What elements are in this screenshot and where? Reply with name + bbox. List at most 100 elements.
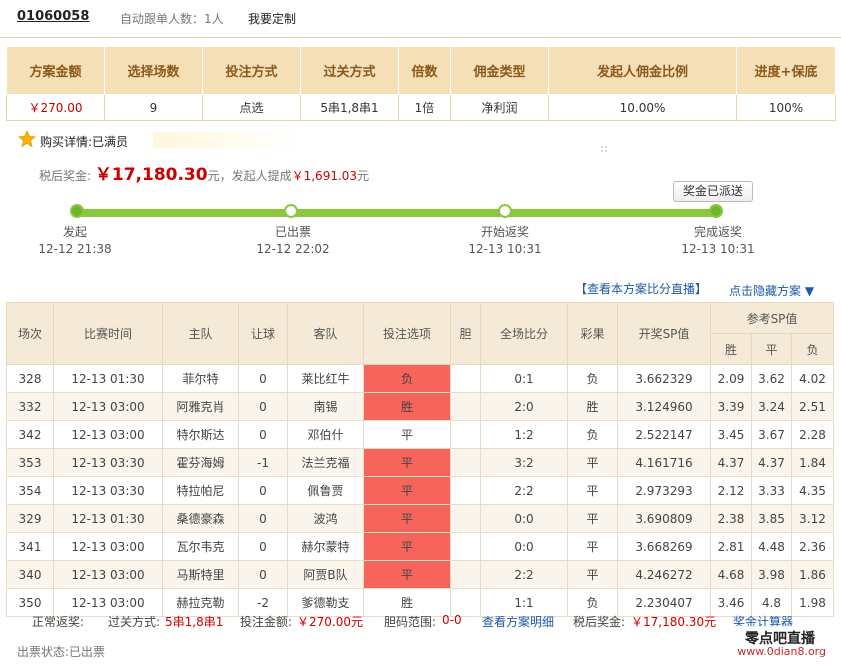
stage-time: 12-13 10:31 [681, 242, 755, 256]
star-icon [18, 130, 36, 148]
normal-payout-label: 正常返奖: [32, 615, 85, 629]
hide-scheme-link[interactable]: 点击隐藏方案 ▼ [729, 282, 814, 299]
away-team: 南锡 [287, 392, 364, 421]
top-bar: 01060058 自动跟单人数：1人 我要定制 [0, 0, 841, 38]
col-header: 彩果 [567, 302, 618, 365]
commission-amount: ￥1,691.03 [291, 169, 358, 183]
ref-sp-lose: 1.86 [791, 560, 834, 589]
footer-after-tax-value: ￥17,180.30元 [631, 615, 717, 629]
live-score-link[interactable]: 【查看本方案比分直播】 [575, 280, 707, 297]
away-team: 赫尔蒙特 [287, 532, 364, 561]
bet-pick: 平 [363, 420, 451, 449]
bet-pick: 平 [363, 560, 451, 589]
match-no: 341 [6, 532, 54, 561]
pass-method: 5串1,8串1 [300, 94, 399, 121]
match-no: 328 [6, 364, 54, 393]
banker [450, 364, 481, 393]
col-header: 参考SP值 [710, 302, 834, 334]
footer-bet-value: ￥270.00元 [297, 615, 363, 629]
handicap: 0 [238, 560, 288, 589]
col-header: 场次 [6, 302, 54, 365]
draw-sp: 3.124960 [617, 392, 711, 421]
ref-sp-lose: 1.84 [791, 448, 834, 477]
bonus-amount: ￥17,180.30 [94, 165, 208, 185]
ref-sp-lose: 4.02 [791, 364, 834, 393]
col-header: 让球 [238, 302, 288, 365]
bet-method: 点选 [202, 94, 301, 121]
ref-sp-lose: 3.12 [791, 504, 834, 533]
bet-pick: 平 [363, 504, 451, 533]
col-header: 投注选项 [363, 302, 451, 365]
table-row: 342 12-13 03:00 特尔斯达 0 邓伯什平 1:2 负 2.522147 3.45 3… [6, 420, 834, 449]
summary-value-row: ￥270.00 9 点选 5串1,8串1 1倍 净利润 10.00% 100% [6, 94, 836, 121]
purchase-status: 已满员 [92, 135, 129, 149]
custom-link[interactable]: 我要定制 [248, 10, 296, 27]
full-score: 0:0 [480, 504, 568, 533]
progress-bar [77, 209, 717, 217]
ref-sp-win: 2.81 [710, 532, 752, 561]
footer-after-tax-label: 税后奖金: [573, 615, 626, 629]
footer-range-value: 0-0 [442, 613, 462, 627]
handicap: -1 [238, 448, 288, 477]
match-count: 9 [104, 94, 203, 121]
banker [450, 448, 481, 477]
summary-header: 进度+保底 [736, 46, 836, 95]
summary-header: 方案金额 [6, 46, 105, 95]
footer-bet-label: 投注金额: [240, 615, 293, 629]
purchase-label: 购买详情: [40, 135, 93, 149]
home-team: 阿雅克肖 [162, 392, 239, 421]
match-no: 329 [6, 504, 54, 533]
stage-time: 12-13 10:31 [468, 242, 542, 256]
draw-sp: 2.522147 [617, 420, 711, 449]
ref-sp-win: 2.38 [710, 504, 752, 533]
ref-sp-draw: 3.67 [751, 420, 792, 449]
match-no: 342 [6, 420, 54, 449]
bonus-sent-button[interactable]: 奖金已派送 [673, 181, 753, 202]
draw-sp: 3.690809 [617, 504, 711, 533]
home-team: 桑德豪森 [162, 504, 239, 533]
match-no: 354 [6, 476, 54, 505]
footer-pass-value: 5串1,8串1 [165, 615, 224, 629]
ticket-status: 出票状态:已出票 [17, 643, 105, 660]
match-time: 12-13 03:00 [53, 420, 163, 449]
banker [450, 476, 481, 505]
follow-count: 1人 [204, 12, 224, 26]
bet-pick: 胜 [363, 392, 451, 421]
scheme-amount: ￥270.00 [6, 94, 105, 121]
full-score: 0:0 [480, 532, 568, 561]
handicap: 0 [238, 476, 288, 505]
stage-name: 开始返奖 [480, 225, 529, 239]
dots-icon [601, 146, 607, 152]
summary-header: 发起人佣金比例 [548, 46, 737, 95]
ref-sp-win: 2.09 [710, 364, 752, 393]
handicap: 0 [238, 504, 288, 533]
match-time: 12-13 01:30 [53, 504, 163, 533]
ticket-status-label: 出票状态: [17, 645, 70, 659]
divider [0, 37, 841, 38]
col-subheader: 负 [791, 333, 834, 365]
draw-sp: 3.662329 [617, 364, 711, 393]
away-team: 莱比红牛 [287, 364, 364, 393]
match-no: 353 [6, 448, 54, 477]
away-team: 波鸿 [287, 504, 364, 533]
away-team: 阿贾B队 [287, 560, 364, 589]
match-time: 12-13 03:00 [53, 392, 163, 421]
banker [450, 532, 481, 561]
home-team: 特拉帕尼 [162, 476, 239, 505]
bonus-label: 税后奖金: [39, 169, 92, 183]
table-row: 328 12-13 01:30 菲尔特 0 莱比红牛负 0:1 负 3.662329 2.09 3… [6, 364, 834, 393]
result: 平 [567, 476, 618, 505]
stage-node-ticketed [284, 204, 298, 218]
away-team: 邓伯什 [287, 420, 364, 449]
match-time: 12-13 01:30 [53, 364, 163, 393]
full-score: 2:2 [480, 476, 568, 505]
table-row: 354 12-13 03:30 特拉帕尼 0 佩鲁贾平 2:2 平 2.973293 2.12 3… [6, 476, 834, 505]
bet-pick: 平 [363, 448, 451, 477]
handicap: 0 [238, 420, 288, 449]
home-team: 马斯特里 [162, 560, 239, 589]
scheme-id-link[interactable]: 01060058 [17, 9, 89, 24]
scheme-detail-link[interactable]: 查看方案明细 [482, 613, 554, 630]
result: 平 [567, 560, 618, 589]
after-tax-bonus: 税后奖金: ￥17,180.30元，发起人提成￥1,691.03元 [39, 160, 369, 185]
stage-ticketed: 已出票 12-12 22:02 [243, 224, 343, 258]
